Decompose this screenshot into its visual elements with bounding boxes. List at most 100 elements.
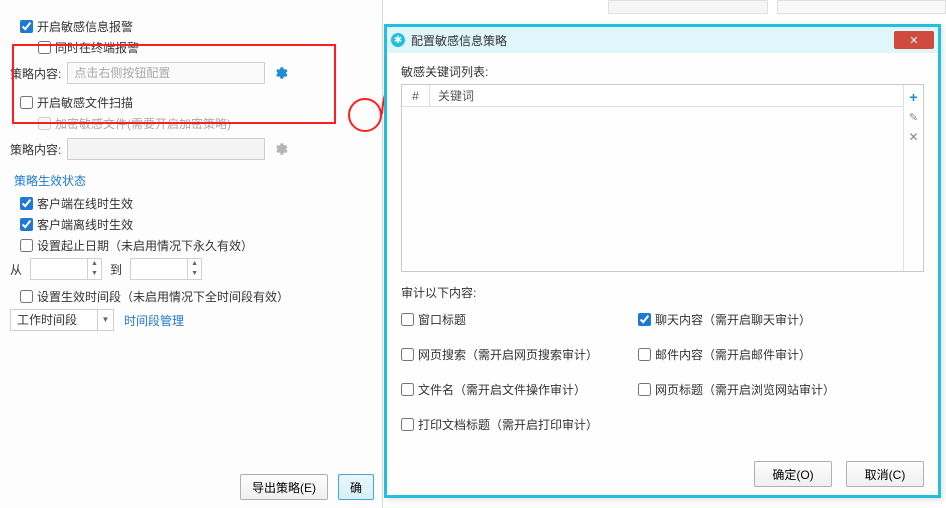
policy-active-section-title: 策略生效状态	[14, 172, 372, 189]
time-management-link[interactable]: 时间段管理	[124, 312, 184, 329]
left-settings-panel: 开启敏感信息报警 同时在终端报警 策略内容: 点击右侧按钮配置 开启敏感文件扫描…	[0, 0, 383, 508]
set-start-date-label: 设置起止日期（未启用情况下永久有效）	[37, 237, 253, 254]
policy-content-label-2: 策略内容:	[10, 141, 61, 158]
client-online-row: 客户端在线时生效	[20, 195, 372, 212]
open-sensitive-scan-label: 开启敏感文件扫描	[37, 94, 133, 111]
audit-grid: 窗口标题 网页搜索（需开启网页搜索审计） 文件名（需开启文件操作审计） 打印文档…	[401, 307, 924, 437]
set-start-date-checkbox[interactable]	[20, 239, 33, 252]
audit-col-left: 窗口标题 网页搜索（需开启网页搜索审计） 文件名（需开启文件操作审计） 打印文档…	[401, 307, 598, 437]
audit-print-title-checkbox[interactable]	[401, 418, 414, 431]
gear-icon	[272, 65, 288, 81]
keyword-col-name: 关键词	[430, 85, 903, 106]
audit-chat-label: 聊天内容（需开启聊天审计）	[655, 311, 811, 328]
gear-icon	[272, 141, 288, 157]
dialog-body: 敏感关键词列表: # 关键词 + ✎ ✕ 审计以下内容: 窗口标题	[387, 53, 938, 453]
policy-content-input-2	[67, 138, 265, 160]
open-sensitive-alert-checkbox[interactable]	[20, 20, 33, 33]
audit-web-search-checkbox[interactable]	[401, 348, 414, 361]
client-offline-label: 客户端离线时生效	[37, 216, 133, 233]
client-offline-row: 客户端离线时生效	[20, 216, 372, 233]
terminal-alert-row: 同时在终端报警	[38, 39, 372, 56]
open-sensitive-alert-label: 开启敏感信息报警	[37, 18, 133, 35]
client-online-checkbox[interactable]	[20, 197, 33, 210]
keyword-table-header: # 关键词	[402, 85, 903, 107]
from-date-arrows[interactable]: ▲▼	[87, 259, 101, 279]
audit-mail-row: 邮件内容（需开启邮件审计）	[638, 346, 835, 363]
policy-content-row-2: 策略内容:	[10, 138, 372, 160]
from-label: 从	[10, 261, 22, 278]
terminal-alert-label: 同时在终端报警	[55, 39, 139, 56]
audit-section-label: 审计以下内容:	[401, 284, 924, 301]
encrypt-files-row: 加密敏感文件(需要开启加密策略)	[38, 115, 372, 132]
open-sensitive-alert-row: 开启敏感信息报警	[20, 18, 372, 35]
policy-config-gear-2	[271, 140, 289, 158]
left-footer-buttons: 导出策略(E) 确	[240, 474, 374, 500]
audit-col-right: 聊天内容（需开启聊天审计） 邮件内容（需开启邮件审计） 网页标题（需开启浏览网站…	[638, 307, 835, 437]
open-sensitive-scan-checkbox[interactable]	[20, 96, 33, 109]
audit-filename-label: 文件名（需开启文件操作审计）	[418, 381, 586, 398]
client-online-label: 客户端在线时生效	[37, 195, 133, 212]
audit-filename-row: 文件名（需开启文件操作审计）	[401, 381, 598, 398]
audit-window-title-checkbox[interactable]	[401, 313, 414, 326]
audit-web-search-row: 网页搜索（需开启网页搜索审计）	[401, 346, 598, 363]
policy-config-gear-1[interactable]	[271, 64, 289, 82]
dialog-ok-button[interactable]: 确定(O)	[754, 461, 832, 487]
policy-content-input-1[interactable]: 点击右侧按钮配置	[67, 62, 265, 84]
audit-mail-checkbox[interactable]	[638, 348, 651, 361]
keyword-side-toolbar: + ✎ ✕	[903, 85, 923, 271]
keyword-table-main: # 关键词	[402, 85, 903, 271]
audit-mail-label: 邮件内容（需开启邮件审计）	[655, 346, 811, 363]
keyword-add-button[interactable]: +	[909, 89, 917, 105]
from-date-spinner[interactable]: ▲▼	[30, 258, 102, 280]
date-range-row: 从 ▲▼ 到 ▲▼	[10, 258, 372, 280]
worktime-dropdown-label: 工作时间段	[11, 310, 97, 330]
audit-web-title-row: 网页标题（需开启浏览网站审计）	[638, 381, 835, 398]
dialog-cancel-button[interactable]: 取消(C)	[846, 461, 924, 487]
keyword-list-label: 敏感关键词列表:	[401, 63, 924, 80]
audit-print-title-row: 打印文档标题（需开启打印审计）	[401, 416, 598, 433]
set-time-period-row: 设置生效时间段（未启用情况下全时间段有效）	[20, 288, 372, 305]
dialog-close-button[interactable]: ✕	[894, 31, 934, 49]
policy-content-label-1: 策略内容:	[10, 65, 61, 82]
audit-chat-row: 聊天内容（需开启聊天审计）	[638, 311, 835, 328]
export-policy-button[interactable]: 导出策略(E)	[240, 474, 328, 500]
close-icon: ✕	[909, 34, 918, 47]
dialog-footer: 确定(O) 取消(C)	[754, 461, 924, 487]
audit-print-title-label: 打印文档标题（需开启打印审计）	[418, 416, 598, 433]
keyword-col-index: #	[402, 85, 430, 106]
confirm-button-cut[interactable]: 确	[338, 474, 374, 500]
client-offline-checkbox[interactable]	[20, 218, 33, 231]
audit-filename-checkbox[interactable]	[401, 383, 414, 396]
time-period-row: 工作时间段 ▼ 时间段管理	[10, 309, 372, 331]
audit-web-title-checkbox[interactable]	[638, 383, 651, 396]
keyword-table: # 关键词 + ✎ ✕	[401, 84, 924, 272]
policy-content-row-1: 策略内容: 点击右侧按钮配置	[10, 62, 372, 84]
set-time-period-label: 设置生效时间段（未启用情况下全时间段有效）	[37, 288, 289, 305]
worktime-dropdown[interactable]: 工作时间段 ▼	[10, 309, 114, 331]
terminal-alert-checkbox[interactable]	[38, 41, 51, 54]
background-strip-1	[608, 0, 768, 14]
set-start-date-row: 设置起止日期（未启用情况下永久有效）	[20, 237, 372, 254]
keyword-edit-button[interactable]: ✎	[909, 111, 918, 124]
to-date-arrows[interactable]: ▲▼	[187, 259, 201, 279]
to-date-input[interactable]	[131, 259, 187, 279]
open-sensitive-scan-row: 开启敏感文件扫描	[20, 94, 372, 111]
chevron-down-icon[interactable]: ▼	[97, 310, 113, 330]
dialog-titlebar[interactable]: ✱ 配置敏感信息策略 ✕	[387, 27, 938, 53]
audit-web-title-label: 网页标题（需开启浏览网站审计）	[655, 381, 835, 398]
encrypt-files-label: 加密敏感文件(需要开启加密策略)	[55, 115, 231, 132]
to-label: 到	[110, 261, 122, 278]
to-date-spinner[interactable]: ▲▼	[130, 258, 202, 280]
audit-window-title-row: 窗口标题	[401, 311, 598, 328]
sensitive-policy-dialog: ✱ 配置敏感信息策略 ✕ 敏感关键词列表: # 关键词 + ✎ ✕ 审计以下内容…	[384, 24, 941, 498]
dialog-title-text: 配置敏感信息策略	[411, 32, 888, 49]
encrypt-files-checkbox	[38, 117, 51, 130]
set-time-period-checkbox[interactable]	[20, 290, 33, 303]
audit-chat-checkbox[interactable]	[638, 313, 651, 326]
audit-window-title-label: 窗口标题	[418, 311, 466, 328]
dialog-title-icon: ✱	[391, 33, 405, 47]
from-date-input[interactable]	[31, 259, 87, 279]
audit-web-search-label: 网页搜索（需开启网页搜索审计）	[418, 346, 598, 363]
keyword-delete-button[interactable]: ✕	[908, 130, 918, 144]
background-strip-2	[777, 0, 946, 14]
